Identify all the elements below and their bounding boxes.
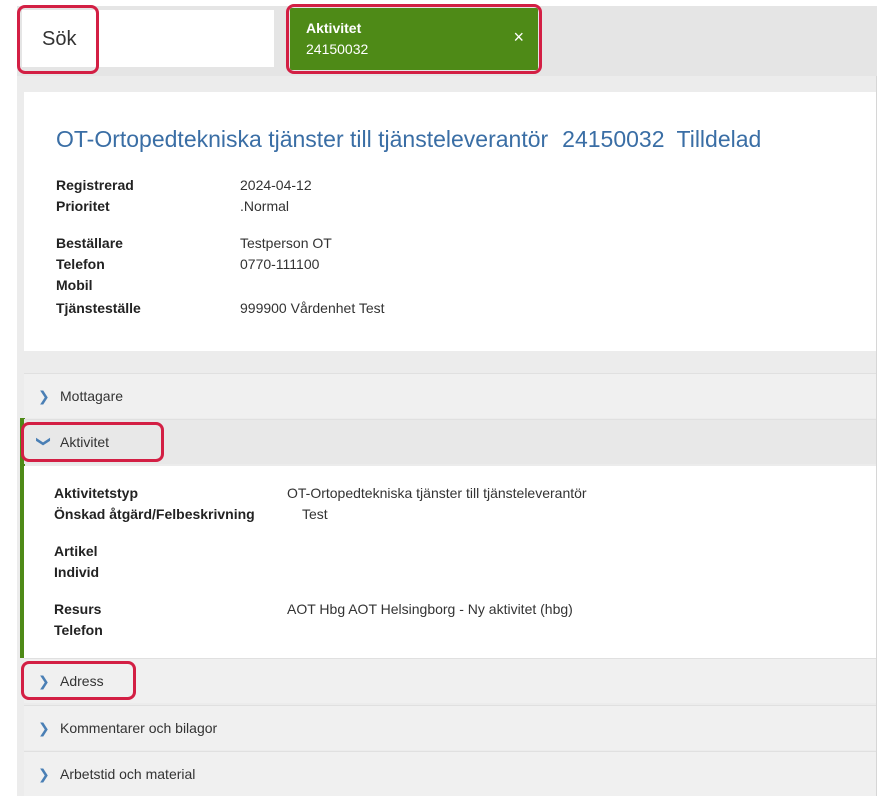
field-label: Individ	[54, 564, 100, 580]
page-title: OT-Ortopedtekniska tjänster till tjänste…	[56, 126, 761, 153]
field-value: OT-Ortopedtekniska tjänster till tjänste…	[287, 485, 587, 501]
section-label: Kommentarer och bilagor	[60, 720, 218, 736]
field-value: 0770-111100	[240, 256, 320, 272]
tab-search-label: Sök	[42, 28, 77, 50]
section-arbetstid[interactable]: ❯ Arbetstid och material	[24, 751, 876, 796]
field-label: Artikel	[54, 543, 98, 559]
tab-activity[interactable]: Aktivitet 24150032 ×	[290, 8, 538, 70]
section-aktivitet[interactable]: ❯ Aktivitet	[24, 419, 876, 464]
field-label: Telefon	[56, 256, 105, 272]
chevron-right-icon: ❯	[38, 720, 50, 736]
field-value: .Normal	[240, 198, 290, 214]
order-number: 24150032	[562, 126, 665, 152]
chevron-right-icon: ❯	[38, 673, 50, 689]
chevron-down-icon: ❯	[36, 435, 53, 448]
field-value: Test	[302, 506, 328, 522]
field-label: Mobil	[56, 277, 93, 293]
field-value: 2024-04-12	[240, 177, 312, 193]
tab-activity-number: 24150032	[306, 41, 369, 57]
status-badge: Tilldelad	[676, 126, 762, 152]
field-label: Beställare	[56, 235, 123, 251]
tab-search[interactable]: Sök	[22, 10, 274, 67]
field-value: Testperson OT	[240, 235, 332, 251]
field-label: Önskad åtgärd/Felbeskrivning	[54, 506, 255, 522]
order-header-card: OT-Ortopedtekniska tjänster till tjänste…	[24, 92, 876, 351]
field-label: Telefon	[54, 622, 103, 638]
field-label: Registrerad	[56, 177, 134, 193]
title-text: OT-Ortopedtekniska tjänster till tjänste…	[56, 126, 549, 152]
close-icon[interactable]: ×	[513, 27, 524, 48]
section-kommentarer[interactable]: ❯ Kommentarer och bilagor	[24, 705, 876, 750]
section-label: Arbetstid och material	[60, 766, 196, 782]
section-label: Mottagare	[60, 388, 124, 404]
section-label: Aktivitet	[60, 434, 110, 450]
field-label: Aktivitetstyp	[54, 485, 139, 501]
chevron-right-icon: ❯	[38, 388, 50, 404]
chevron-right-icon: ❯	[38, 766, 50, 782]
field-value: 999900 Vårdenhet Test	[240, 300, 385, 316]
section-adress[interactable]: ❯ Adress	[24, 658, 876, 703]
field-label: Tjänsteställe	[56, 300, 141, 316]
tab-activity-title: Aktivitet	[306, 20, 362, 36]
field-label: Prioritet	[56, 198, 110, 214]
section-mottagare[interactable]: ❯ Mottagare	[24, 373, 876, 418]
field-value: AOT Hbg AOT Helsingborg - Ny aktivitet (…	[287, 601, 573, 617]
section-label: Adress	[60, 673, 104, 689]
field-label: Resurs	[54, 601, 102, 617]
activity-details: Aktivitetstyp OT-Ortopedtekniska tjänste…	[24, 466, 876, 658]
